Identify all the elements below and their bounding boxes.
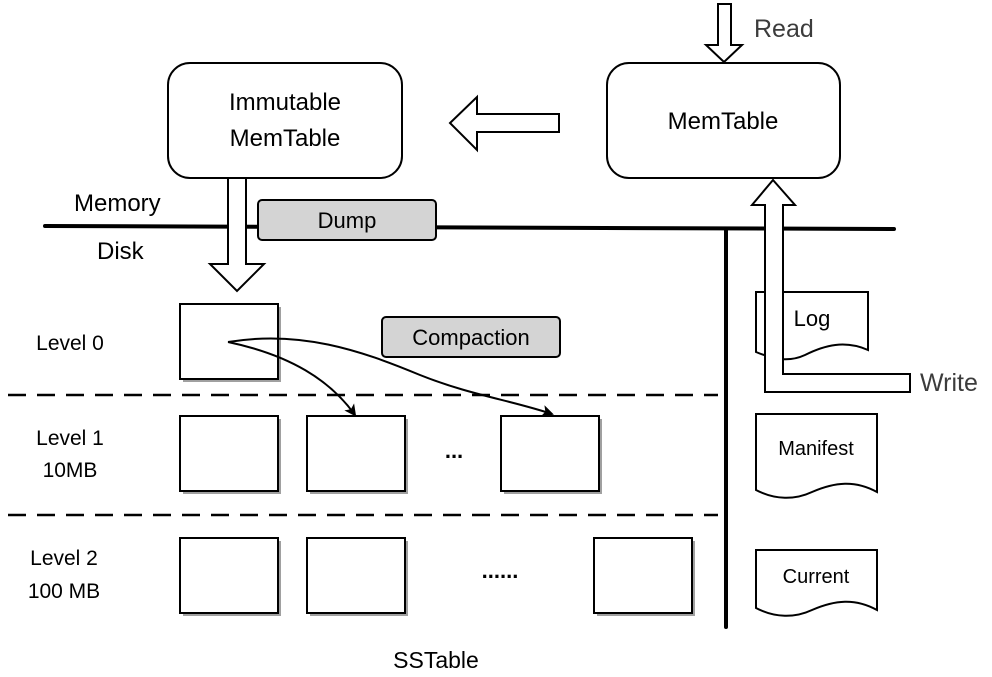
dump-arrow-icon (207, 177, 267, 293)
write-arrow-icon (749, 178, 911, 393)
immutable-memtable-label-line1: Immutable (229, 89, 341, 116)
manifest-file-label: Manifest (778, 438, 854, 460)
sstable-level2-1 (179, 537, 281, 616)
compaction-label: Compaction (412, 325, 529, 350)
level-1-name: Level 1 (36, 427, 104, 450)
memory-label: Memory (74, 190, 161, 217)
sstable-level1-1 (179, 415, 281, 494)
lsm-tree-diagram: Read Immutable MemTable MemTable Memory … (8, 3, 978, 673)
sstable-caption: SSTable (393, 647, 479, 673)
read-arrow-icon (703, 3, 745, 64)
log-file-label: Log (794, 306, 831, 331)
immutable-memtable-label-line2: MemTable (230, 125, 341, 152)
level-2-name: Level 2 (30, 547, 98, 570)
manifest-file-icon: Manifest (755, 413, 878, 499)
sstable-level2-2 (306, 537, 408, 616)
sstable-level1-2 (306, 415, 408, 494)
dump-badge: Dump (257, 199, 437, 241)
freeze-arrow-icon (448, 94, 560, 153)
current-file-label: Current (783, 566, 850, 588)
memtable-node: MemTable (606, 62, 841, 179)
level-0-name: Level 0 (36, 332, 104, 355)
memtable-label: MemTable (668, 108, 779, 135)
current-file-icon: Current (755, 549, 878, 617)
level-1-ellipsis: ... (445, 438, 463, 463)
level-2-size: 100 MB (28, 580, 100, 603)
dump-label: Dump (318, 208, 377, 233)
write-label: Write (920, 369, 978, 397)
sstable-level2-3 (593, 537, 695, 616)
disk-label: Disk (97, 238, 145, 265)
level-1-size: 10MB (43, 459, 98, 482)
level-2-ellipsis: ...... (482, 558, 519, 583)
immutable-memtable-node: Immutable MemTable (167, 62, 403, 179)
compaction-badge: Compaction (381, 316, 561, 358)
read-label: Read (754, 15, 814, 43)
sstable-level1-3 (500, 415, 602, 494)
